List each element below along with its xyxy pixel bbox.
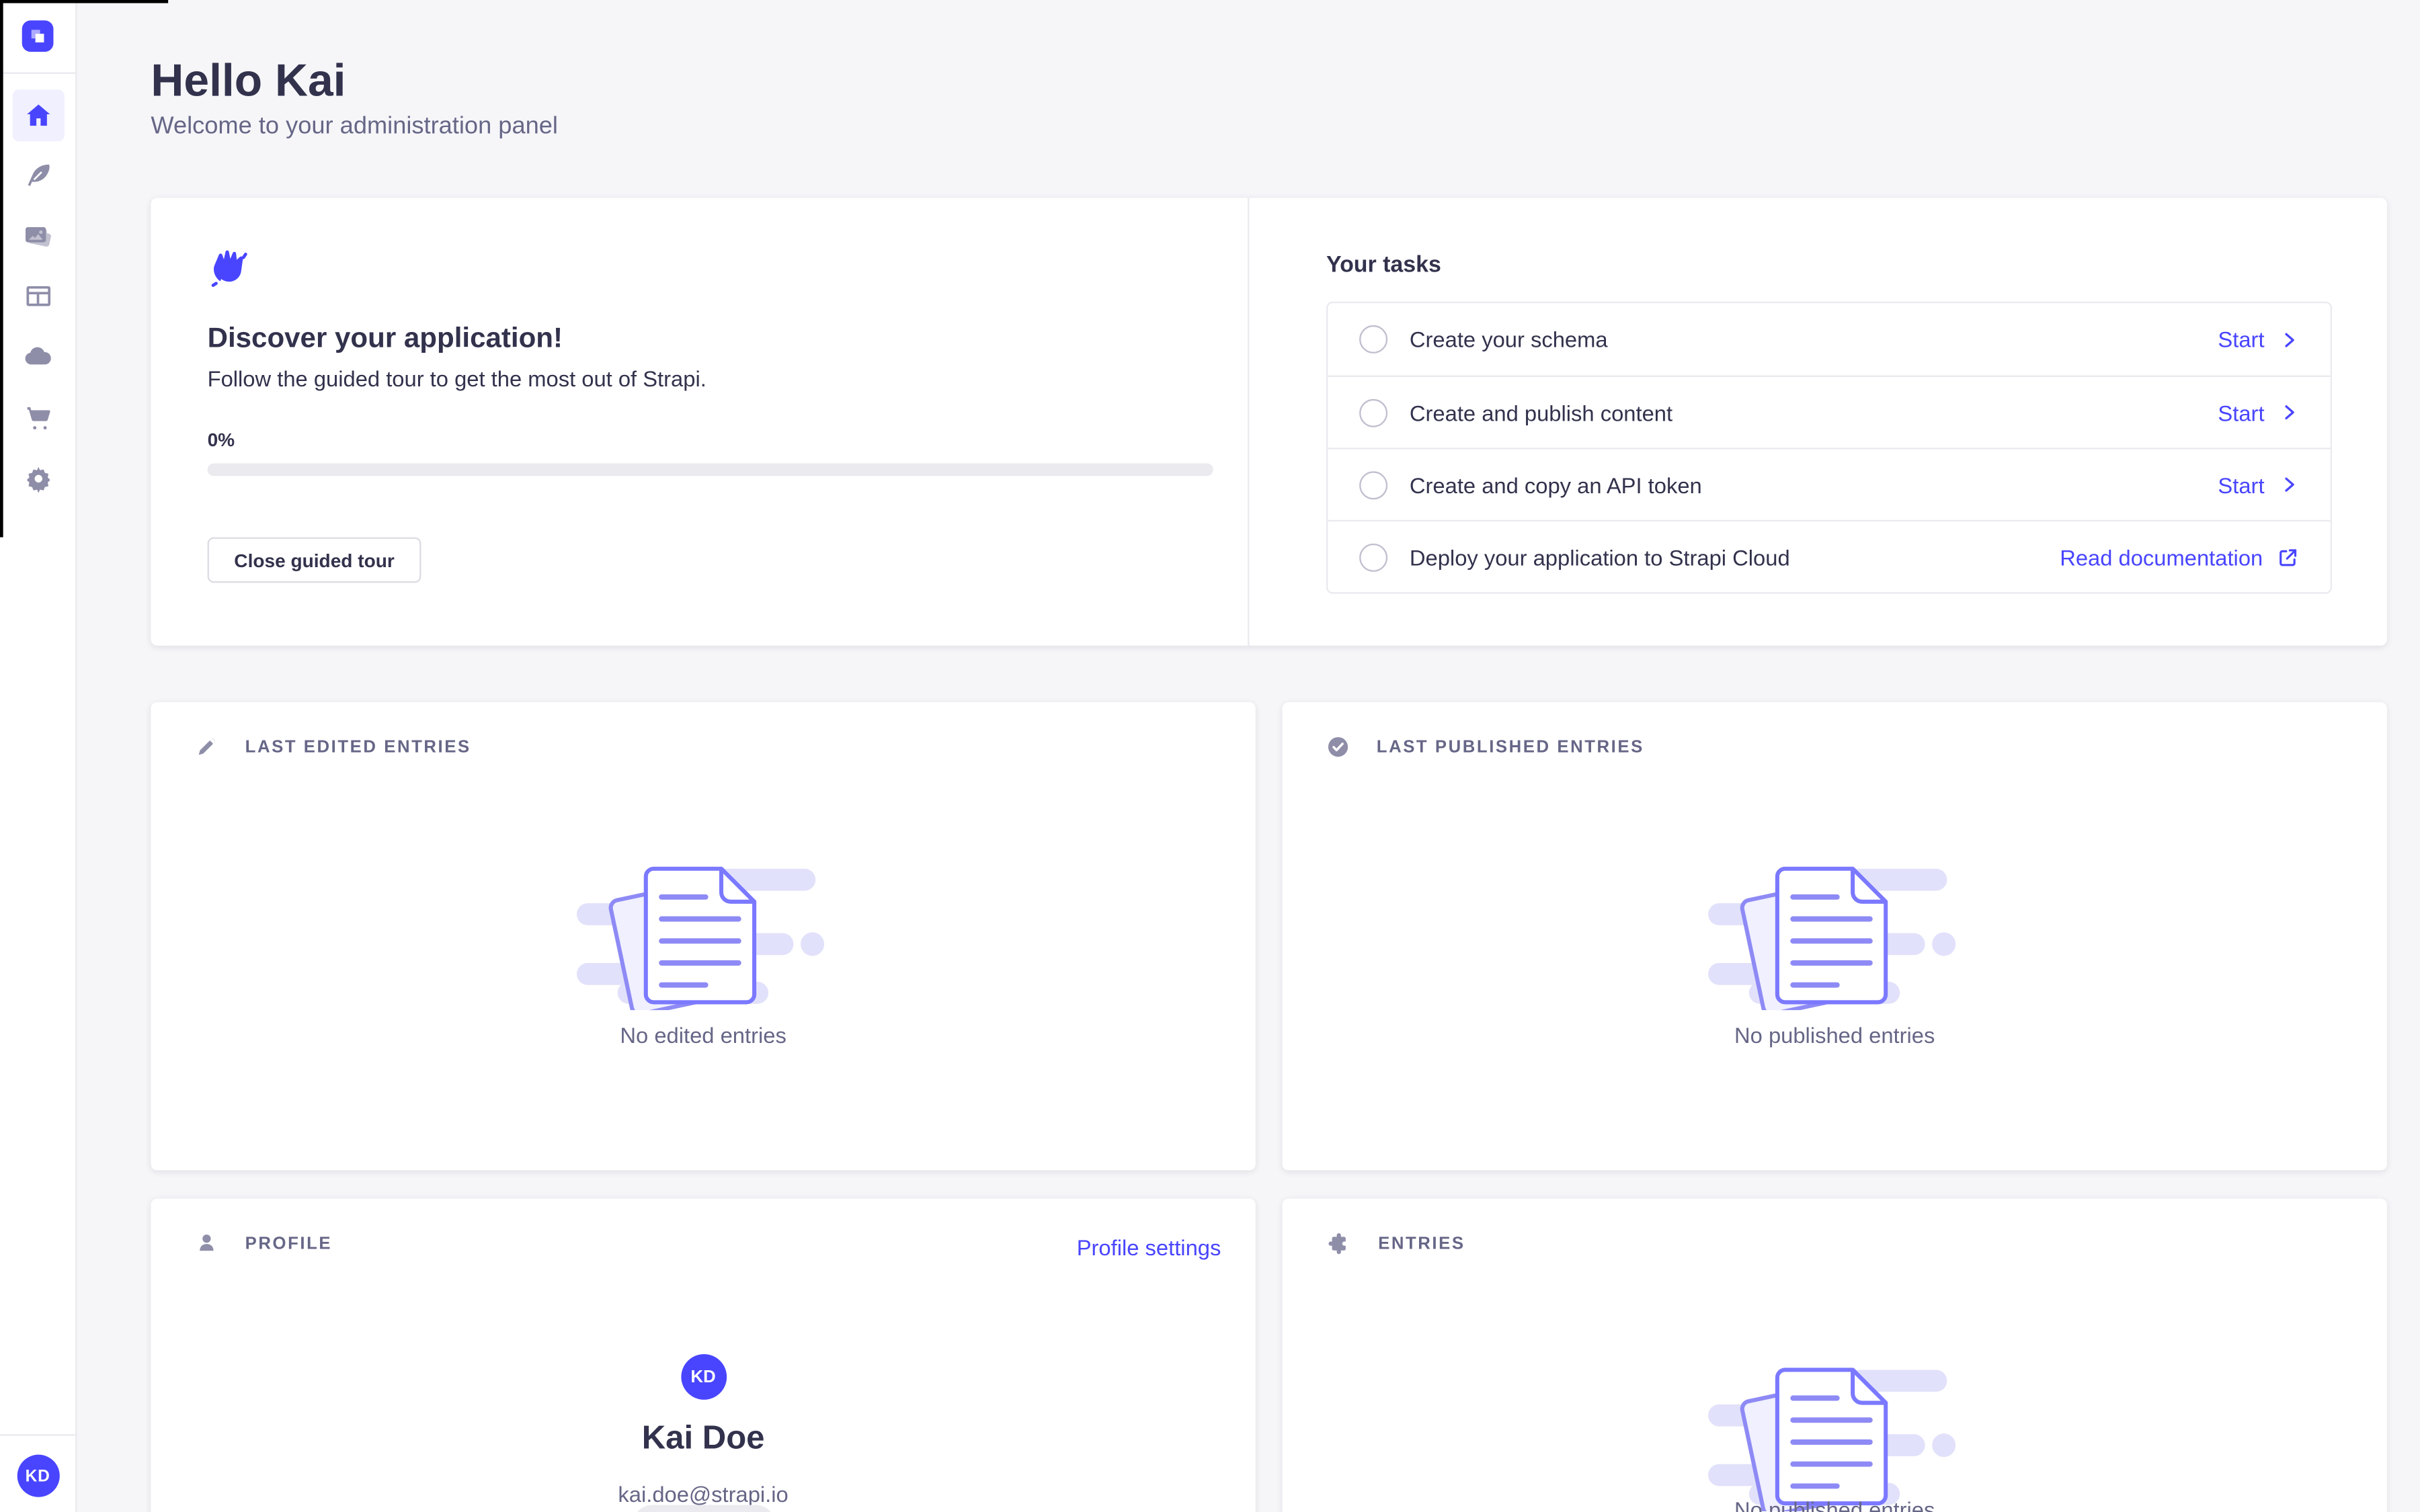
- progress-percent-label: 0%: [208, 429, 235, 451]
- user-icon: [195, 1232, 218, 1255]
- sidebar-item-home[interactable]: [12, 89, 64, 140]
- empty-documents-illustration: [576, 859, 831, 1010]
- external-link-icon: [2277, 546, 2299, 568]
- task-radio[interactable]: [1359, 470, 1387, 499]
- task-label: Create and copy an API token: [1410, 472, 1702, 497]
- guided-tour-heading: Discover your application!: [208, 322, 563, 355]
- page-subtitle: Welcome to your administration panel: [151, 113, 558, 141]
- widget-title: PROFILE: [245, 1234, 332, 1253]
- task-row-create-publish-content[interactable]: Create and publish content Start: [1328, 376, 2330, 448]
- feather-icon: [23, 160, 52, 190]
- tasks-list: Create your schema Start Create and publ…: [1326, 302, 2332, 594]
- task-action-label: Start: [2218, 327, 2264, 351]
- last-published-entries-widget: LAST PUBLISHED ENTRIES No published entr…: [1283, 702, 2387, 1171]
- widget-title: LAST PUBLISHED ENTRIES: [1377, 738, 1644, 757]
- empty-state-text: No published entries: [1283, 1023, 2387, 1048]
- strapi-logo[interactable]: [22, 20, 54, 52]
- task-start-link[interactable]: Start: [2218, 327, 2299, 351]
- task-label: Create your schema: [1410, 327, 1608, 351]
- task-radio[interactable]: [1359, 398, 1387, 427]
- screenshot-edge-artifact: [0, 0, 168, 3]
- sidebar-item-content-type-builder[interactable]: [12, 270, 64, 322]
- task-action-label: Read documentation: [2060, 544, 2263, 569]
- task-start-link[interactable]: Start: [2218, 472, 2299, 497]
- close-guided-tour-button[interactable]: Close guided tour: [208, 537, 421, 583]
- screenshot-edge-artifact: [0, 0, 3, 537]
- profile-settings-link[interactable]: Profile settings: [1077, 1234, 1221, 1259]
- guided-tour-subtitle: Follow the guided tour to get the most o…: [208, 366, 707, 391]
- sidebar-item-content-manager[interactable]: [12, 149, 64, 201]
- widget-header: LAST PUBLISHED ENTRIES: [1326, 735, 1644, 759]
- entries-widget: ENTRIES No published entries: [1283, 1199, 2387, 1512]
- pencil-icon: [195, 735, 218, 759]
- puzzle-icon: [1326, 1232, 1351, 1257]
- chevron-right-icon: [2279, 402, 2299, 422]
- sidebar-item-media-library[interactable]: [12, 210, 64, 261]
- waving-hand-icon: [208, 247, 250, 289]
- task-action-label: Start: [2218, 472, 2264, 497]
- task-row-create-schema[interactable]: Create your schema Start: [1328, 303, 2330, 376]
- task-start-link[interactable]: Start: [2218, 400, 2299, 425]
- profile-widget: PROFILE Profile settings KD Kai Doe kai.…: [151, 1199, 1255, 1512]
- check-circle-icon: [1326, 735, 1350, 759]
- task-action-label: Start: [2218, 400, 2264, 425]
- widget-title: ENTRIES: [1378, 1234, 1465, 1253]
- strapi-admin-homepage: KD Hello Kai Welcome to your administrat…: [0, 0, 2420, 1512]
- task-label: Create and publish content: [1410, 400, 1672, 425]
- empty-documents-illustration: [1707, 1360, 1962, 1511]
- profile-avatar: KD: [680, 1354, 726, 1400]
- gear-icon: [23, 462, 52, 492]
- chevron-right-icon: [2279, 329, 2299, 349]
- profile-name: Kai Doe: [151, 1420, 1255, 1458]
- progress-bar: [208, 464, 1213, 476]
- read-documentation-link[interactable]: Read documentation: [2060, 544, 2299, 569]
- cart-icon: [23, 402, 52, 431]
- panel-divider: [1248, 198, 1249, 646]
- layout-icon: [23, 281, 52, 310]
- empty-state-text: No edited entries: [151, 1023, 1255, 1048]
- profile-role-badge: [633, 1505, 774, 1512]
- strapi-logo-icon: [28, 27, 47, 46]
- chevron-right-icon: [2279, 474, 2299, 495]
- task-row-deploy-strapi-cloud[interactable]: Deploy your application to Strapi Cloud …: [1328, 520, 2330, 593]
- widget-header: ENTRIES: [1326, 1232, 1465, 1257]
- empty-state-text: No published entries: [1283, 1497, 2387, 1512]
- user-initials: KD: [26, 1466, 50, 1485]
- task-label: Deploy your application to Strapi Cloud: [1410, 544, 1790, 569]
- task-row-create-api-token[interactable]: Create and copy an API token Start: [1328, 448, 2330, 520]
- page-title: Hello Kai: [151, 56, 346, 108]
- empty-documents-illustration: [1707, 859, 1962, 1010]
- home-icon: [23, 99, 52, 129]
- widget-header: LAST EDITED ENTRIES: [195, 735, 471, 759]
- widget-header: PROFILE: [195, 1232, 332, 1255]
- sidebar-divider: [0, 1434, 75, 1435]
- cloud-icon: [22, 341, 54, 372]
- media-images-icon: [22, 220, 54, 251]
- profile-email: kai.doe@strapi.io: [151, 1481, 1255, 1506]
- sidebar-item-cloud[interactable]: [12, 331, 64, 382]
- guided-tour-panel: Discover your application! Follow the gu…: [151, 198, 2386, 646]
- last-edited-entries-widget: LAST EDITED ENTRIES No edited entries: [151, 702, 1255, 1171]
- task-radio[interactable]: [1359, 543, 1387, 571]
- sidebar-item-settings[interactable]: [12, 452, 64, 503]
- tasks-heading: Your tasks: [1326, 253, 1441, 278]
- sidebar-item-marketplace[interactable]: [12, 391, 64, 443]
- task-radio[interactable]: [1359, 325, 1387, 353]
- user-avatar[interactable]: KD: [17, 1455, 59, 1497]
- widget-title: LAST EDITED ENTRIES: [245, 738, 471, 757]
- main-navigation-sidebar: KD: [0, 0, 77, 1512]
- profile-initials: KD: [691, 1368, 716, 1386]
- sidebar-divider: [0, 73, 75, 74]
